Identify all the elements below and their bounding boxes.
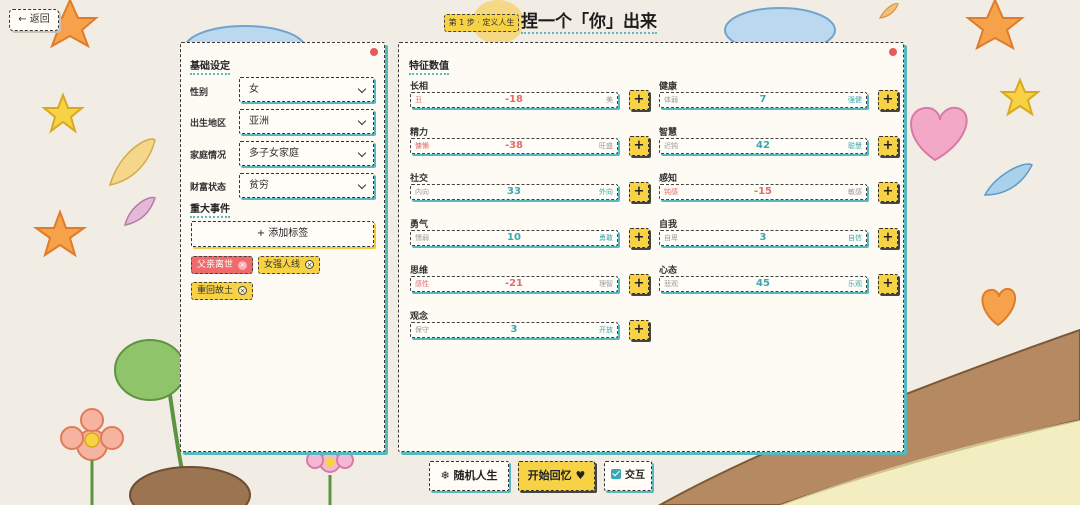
trait-plus-button[interactable]: + xyxy=(878,90,898,110)
trait-high-label: 理智 xyxy=(599,280,613,288)
start-recall-button[interactable]: 开始回忆 ♥ xyxy=(518,461,595,491)
trait-value: 33 xyxy=(507,186,521,197)
trait-plus-button[interactable]: + xyxy=(629,274,649,294)
trait-name: 社交 xyxy=(410,174,429,184)
trait-value: -18 xyxy=(504,94,524,105)
interact-label: 交互 xyxy=(625,470,645,481)
basic-settings-panel: 基础设定 性别 女 出生地区 亚洲 家庭情况 多子女家庭 财富状态 贫穷 重大事… xyxy=(180,42,385,452)
close-dot-icon[interactable] xyxy=(889,48,897,56)
basic-settings-title: 基础设定 xyxy=(190,57,230,75)
trait-slider[interactable]: 慵懒 -38 旺盛 xyxy=(410,138,618,154)
page-title: 捏一个「你」出来 xyxy=(521,12,657,34)
remove-tag-icon[interactable]: × xyxy=(238,286,248,295)
trait-name: 观念 xyxy=(410,312,429,322)
trait-value: 3 xyxy=(510,324,518,335)
chevron-down-icon xyxy=(357,84,367,94)
family-value: 多子女家庭 xyxy=(249,148,299,159)
trait-name: 勇气 xyxy=(410,220,429,230)
family-select[interactable]: 多子女家庭 xyxy=(239,141,374,166)
trait-high-label: 聪慧 xyxy=(848,142,862,150)
trait-value: 42 xyxy=(756,140,770,151)
region-label: 出生地区 xyxy=(190,119,227,129)
trait-high-label: 外向 xyxy=(599,188,613,196)
events-title: 重大事件 xyxy=(190,200,230,218)
gender-value: 女 xyxy=(249,84,259,95)
trait-name: 思维 xyxy=(410,266,429,276)
interact-toggle[interactable]: 交互 xyxy=(604,461,652,491)
trait-value: 7 xyxy=(759,94,767,105)
event-tag-label: 重回故土 xyxy=(197,286,234,296)
trait-plus-button[interactable]: + xyxy=(878,182,898,202)
remove-tag-icon[interactable]: × xyxy=(305,260,315,269)
trait-plus-button[interactable]: + xyxy=(629,136,649,156)
family-label: 家庭情况 xyxy=(190,151,227,161)
trait-name: 健康 xyxy=(659,82,678,92)
trait-high-label: 自信 xyxy=(848,234,862,242)
event-tag-label: 父亲离世 xyxy=(197,260,234,270)
trait-name: 心态 xyxy=(659,266,678,276)
trait-slider[interactable]: 感性 -21 理智 xyxy=(410,276,618,292)
event-tag: 女强人线 × xyxy=(258,256,321,274)
gender-label: 性别 xyxy=(190,88,209,98)
trait-plus-button[interactable]: + xyxy=(629,182,649,202)
trait-slider[interactable]: 体弱 7 强健 xyxy=(659,92,867,108)
trait-high-label: 勇敢 xyxy=(599,234,613,242)
chevron-down-icon xyxy=(357,148,367,158)
trait-high-label: 美 xyxy=(606,96,613,104)
trait-plus-button[interactable]: + xyxy=(878,136,898,156)
trait-name: 自我 xyxy=(659,220,678,230)
wealth-value: 贫穷 xyxy=(249,180,269,191)
wealth-select[interactable]: 贫穷 xyxy=(239,173,374,198)
traits-title: 特征数值 xyxy=(409,57,449,75)
remove-tag-icon[interactable]: × xyxy=(238,261,248,270)
wealth-label: 财富状态 xyxy=(190,183,227,193)
trait-name: 智慧 xyxy=(659,128,678,138)
trait-name: 感知 xyxy=(659,174,678,184)
trait-slider[interactable]: 钝感 -15 敏感 xyxy=(659,184,867,200)
region-select[interactable]: 亚洲 xyxy=(239,109,374,134)
trait-value: 10 xyxy=(507,232,521,243)
trait-high-label: 强健 xyxy=(848,96,862,104)
random-life-button[interactable]: ❄ 随机人生 xyxy=(429,461,509,491)
back-button[interactable]: ← 返回 xyxy=(9,9,59,31)
trait-value: 45 xyxy=(756,278,770,289)
trait-value: -15 xyxy=(753,186,773,197)
step-badge: 第 1 步 · 定义人生 xyxy=(444,14,519,32)
trait-high-label: 旺盛 xyxy=(599,142,613,150)
event-tag: 重回故土 × xyxy=(191,282,254,300)
trait-value: -38 xyxy=(504,140,524,151)
trait-plus-button[interactable]: + xyxy=(629,228,649,248)
close-dot-icon[interactable] xyxy=(370,48,378,56)
trait-plus-button[interactable]: + xyxy=(878,274,898,294)
trait-slider[interactable]: 迟钝 42 聪慧 xyxy=(659,138,867,154)
trait-slider[interactable]: 保守 3 开放 xyxy=(410,322,618,338)
trait-high-label: 开放 xyxy=(599,326,613,334)
trait-slider[interactable]: 悲观 45 乐观 xyxy=(659,276,867,292)
gender-select[interactable]: 女 xyxy=(239,77,374,102)
trait-slider[interactable]: 自卑 3 自信 xyxy=(659,230,867,246)
chevron-down-icon xyxy=(357,180,367,190)
trait-value: 3 xyxy=(759,232,767,243)
trait-plus-button[interactable]: + xyxy=(629,90,649,110)
trait-slider[interactable]: 懦弱 10 勇敢 xyxy=(410,230,618,246)
trait-name: 长相 xyxy=(410,82,429,92)
trait-plus-button[interactable]: + xyxy=(878,228,898,248)
traits-panel: 特征数值 长相丑 -18 美 + 健康 体弱 7 强健 + 精力 慵懒 -38 旺盛 + 智慧 迟钝 42 聪慧 +… xyxy=(398,42,904,452)
region-value: 亚洲 xyxy=(249,116,269,127)
trait-plus-button[interactable]: + xyxy=(629,320,649,340)
trait-high-label: 乐观 xyxy=(848,280,862,288)
trait-slider[interactable]: 丑 -18 美 xyxy=(410,92,618,108)
event-tag-label: 女强人线 xyxy=(264,260,301,270)
trait-value: -21 xyxy=(504,278,524,289)
trait-high-label: 敏感 xyxy=(848,188,862,196)
trait-name: 精力 xyxy=(410,128,429,138)
checkbox-checked-icon[interactable] xyxy=(611,469,621,479)
event-tag: 父亲离世 × xyxy=(191,256,254,274)
trait-slider[interactable]: 内向 33 外向 xyxy=(410,184,618,200)
chevron-down-icon xyxy=(357,116,367,126)
add-tag-button[interactable]: + 添加标签 xyxy=(191,221,374,247)
